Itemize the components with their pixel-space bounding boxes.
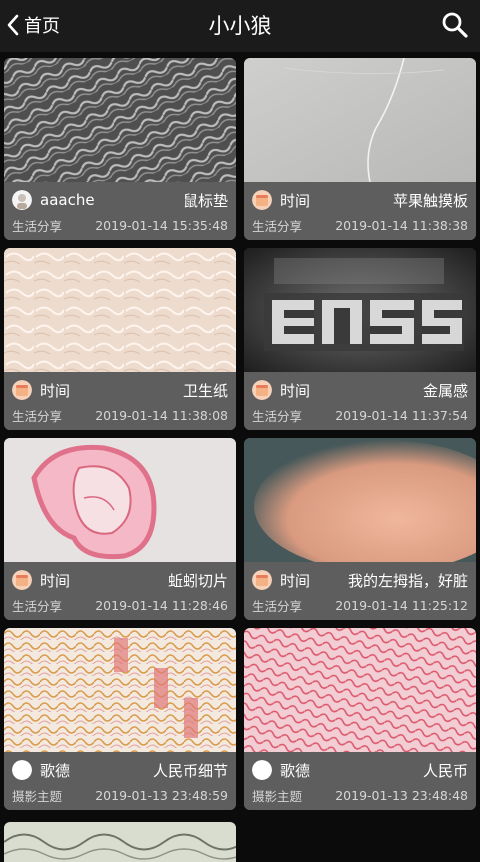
post-title: 蚯蚓切片	[167, 571, 228, 590]
post-author: 时间	[280, 191, 311, 210]
post-category: 摄影主题	[252, 788, 303, 804]
post-info: 时间 蚯蚓切片 生活分享 2019-01-14 11:28:46	[4, 562, 236, 620]
post-title: 卫生纸	[182, 381, 228, 400]
post-time: 2019-01-13 23:48:59	[95, 787, 228, 803]
avatar	[252, 190, 272, 210]
post-author: aaache	[40, 191, 95, 209]
avatar	[12, 570, 32, 590]
post-title: 鼠标垫	[182, 191, 228, 210]
avatar	[252, 380, 272, 400]
post-thumbnail	[244, 438, 476, 562]
post-author: 歌德	[40, 761, 71, 780]
post-card[interactable]: 时间 苹果触摸板 生活分享 2019-01-14 11:38:38	[244, 58, 476, 240]
post-title: 我的左拇指，好脏	[347, 571, 468, 590]
post-time: 2019-01-14 15:35:48	[95, 217, 228, 233]
post-info: 歌德 人民币 摄影主题 2019-01-13 23:48:48	[244, 752, 476, 810]
post-time: 2019-01-14 11:38:08	[95, 407, 228, 423]
avatar	[12, 380, 32, 400]
back-button[interactable]: 首页	[6, 8, 60, 42]
post-category: 生活分享	[252, 218, 303, 234]
post-time: 2019-01-13 23:48:48	[335, 787, 468, 803]
post-card[interactable]: aaache 鼠标垫 生活分享 2019-01-14 15:35:48	[4, 58, 236, 240]
post-title: 人民币	[422, 761, 468, 780]
post-info: 歌德 人民币细节 摄影主题 2019-01-13 23:48:59	[4, 752, 236, 810]
post-author: 时间	[40, 381, 71, 400]
avatar	[12, 190, 32, 210]
post-category: 生活分享	[12, 218, 63, 234]
post-category: 摄影主题	[12, 788, 63, 804]
post-info: aaache 鼠标垫 生活分享 2019-01-14 15:35:48	[4, 182, 236, 240]
post-thumbnail	[4, 438, 236, 562]
avatar	[252, 570, 272, 590]
post-thumbnail	[4, 58, 236, 182]
avatar	[12, 760, 32, 780]
chevron-left-icon	[6, 13, 20, 37]
post-author: 歌德	[280, 761, 311, 780]
post-card[interactable]: 时间 卫生纸 生活分享 2019-01-14 11:38:08	[4, 248, 236, 430]
post-card-partial[interactable]	[4, 822, 236, 862]
search-icon	[440, 12, 470, 44]
post-thumbnail	[4, 248, 236, 372]
post-thumbnail	[244, 248, 476, 372]
post-card[interactable]: 时间 蚯蚓切片 生活分享 2019-01-14 11:28:46	[4, 438, 236, 620]
post-category: 生活分享	[12, 598, 63, 614]
post-time: 2019-01-14 11:38:38	[335, 217, 468, 233]
post-time: 2019-01-14 11:28:46	[95, 597, 228, 613]
post-title: 金属感	[422, 381, 468, 400]
post-info: 时间 金属感 生活分享 2019-01-14 11:37:54	[244, 372, 476, 430]
page-title: 小小狼	[208, 14, 272, 38]
post-thumbnail	[4, 822, 236, 862]
post-author: 时间	[280, 571, 311, 590]
avatar	[252, 760, 272, 780]
post-card[interactable]: 歌德 人民币 摄影主题 2019-01-13 23:48:48	[244, 628, 476, 810]
post-card[interactable]: 时间 金属感 生活分享 2019-01-14 11:37:54	[244, 248, 476, 430]
search-button[interactable]	[440, 10, 470, 40]
post-category: 生活分享	[12, 408, 63, 424]
post-time: 2019-01-14 11:25:12	[335, 597, 468, 613]
post-card[interactable]: 歌德 人民币细节 摄影主题 2019-01-13 23:48:59	[4, 628, 236, 810]
post-info: 时间 苹果触摸板 生活分享 2019-01-14 11:38:38	[244, 182, 476, 240]
post-time: 2019-01-14 11:37:54	[335, 407, 468, 423]
post-title: 人民币细节	[152, 761, 228, 780]
post-thumbnail	[4, 628, 236, 752]
post-author: 时间	[280, 381, 311, 400]
top-bar: 首页 小小狼	[0, 0, 480, 52]
post-info: 时间 我的左拇指，好脏 生活分享 2019-01-14 11:25:12	[244, 562, 476, 620]
post-category: 生活分享	[252, 408, 303, 424]
post-thumbnail	[244, 628, 476, 752]
post-author: 时间	[40, 571, 71, 590]
post-info: 时间 卫生纸 生活分享 2019-01-14 11:38:08	[4, 372, 236, 430]
post-category: 生活分享	[252, 598, 303, 614]
back-label: 首页	[24, 16, 60, 37]
post-title: 苹果触摸板	[392, 191, 468, 210]
post-thumbnail	[244, 58, 476, 182]
post-card[interactable]: 时间 我的左拇指，好脏 生活分享 2019-01-14 11:25:12	[244, 438, 476, 620]
